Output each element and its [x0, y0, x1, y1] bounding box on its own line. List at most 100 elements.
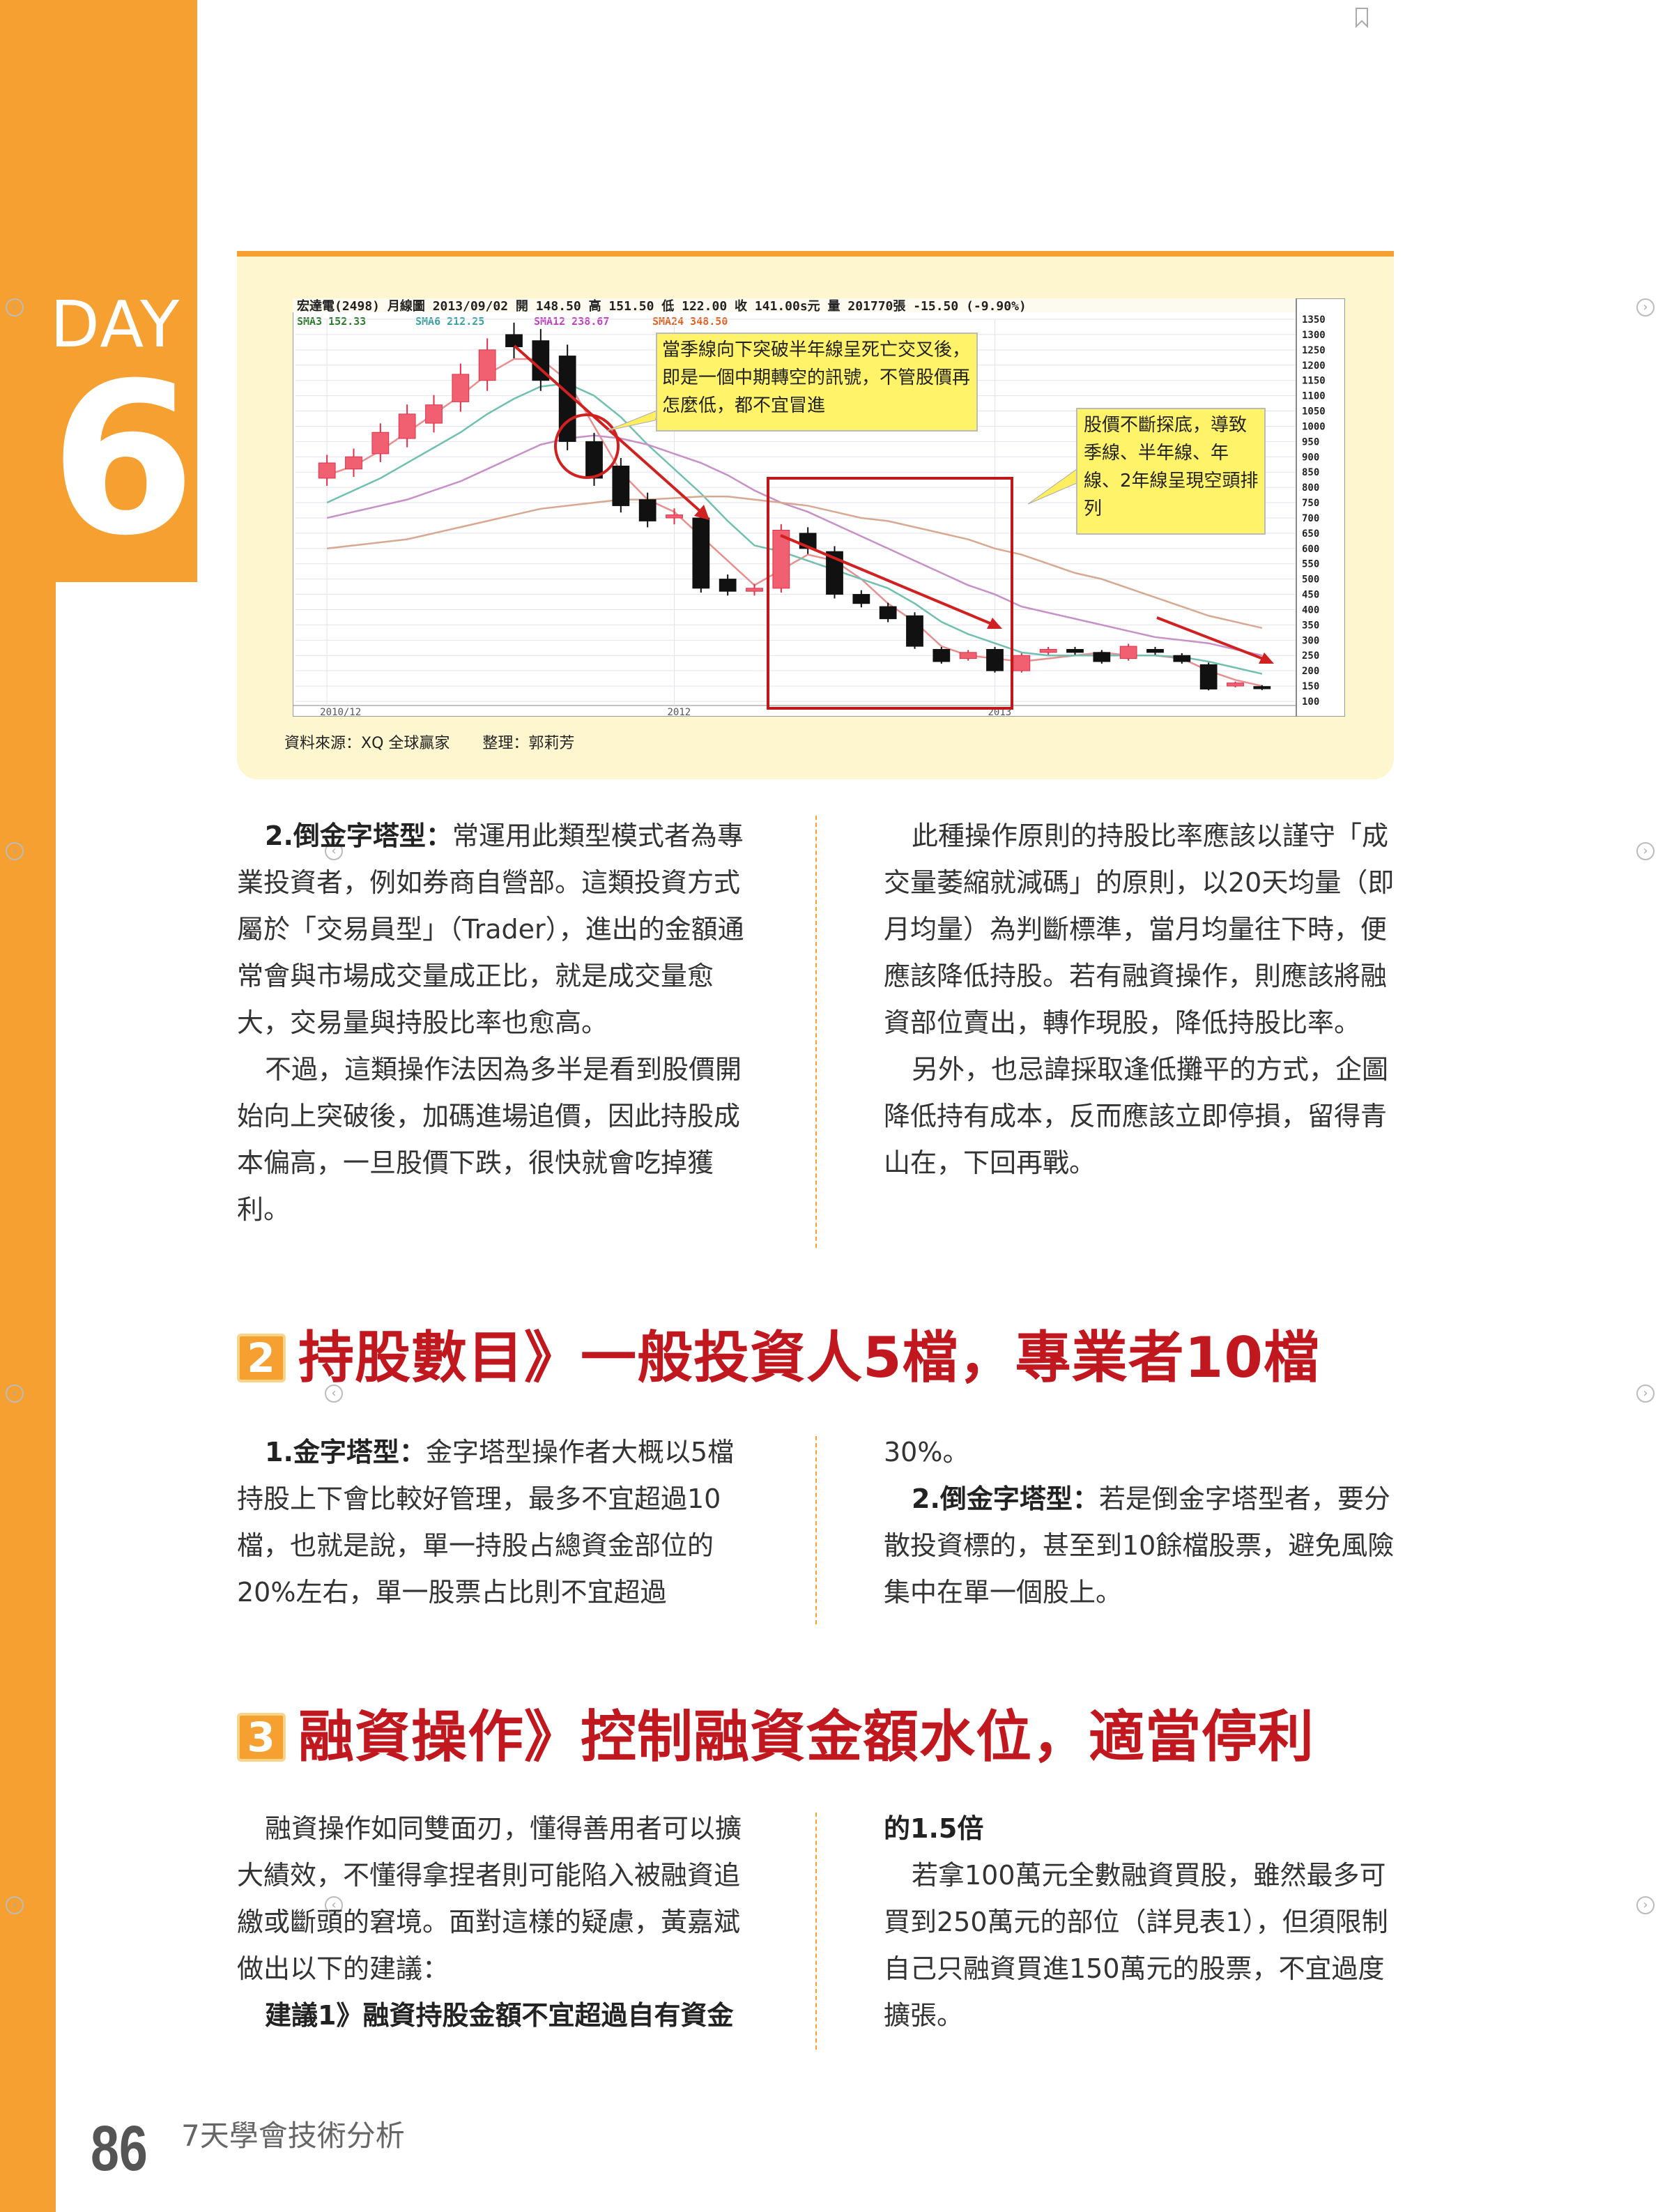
book-title: 7天學會技術分析	[181, 2119, 405, 2153]
paragraph: 不過，這類操作法因為多半是看到股價開始向上突破後，加碼進場追價，因此持股成本偏高…	[237, 1054, 742, 1225]
candle	[425, 404, 443, 424]
column-right-2: 30%。 2.倒金字塔型：若是倒金字塔型者，要分散投資標的，甚至到10餘檔股票，…	[884, 1429, 1398, 1616]
y-tick-label: 200	[1302, 666, 1319, 677]
candle	[932, 648, 951, 662]
page-number: 86	[91, 2113, 148, 2184]
sma-label: SMA24 348.50	[652, 315, 728, 328]
paragraph: 常運用此類型模式者為專業投資者，例如券商自營部。這類投資方式屬於「交易員型」（T…	[237, 821, 744, 1038]
y-tick-label: 1350	[1302, 314, 1326, 326]
bookmark-icon[interactable]	[1353, 7, 1370, 28]
stock-chart: 宏達電(2498) 月線圖 2013/09/02 開 148.50 高 151.…	[293, 298, 1345, 717]
candle	[1146, 648, 1164, 653]
candle	[852, 594, 870, 604]
y-tick-label: 350	[1302, 620, 1319, 631]
sma-label: SMA3 152.33	[297, 315, 366, 328]
y-tick-label: 850	[1302, 467, 1319, 478]
y-tick-label: 700	[1302, 513, 1319, 524]
nav-left-icon[interactable]: ‹	[6, 1896, 24, 1914]
nav-right-icon[interactable]: ›	[1636, 1385, 1655, 1403]
column-divider	[815, 1436, 817, 1624]
y-tick-label: 1050	[1302, 406, 1326, 418]
y-tick-label: 1250	[1302, 345, 1326, 356]
column-left-2: 1.金字塔型：金字塔型操作者大概以5檔持股上下會比較好管理，最多不宜超過10檔，…	[237, 1429, 753, 1616]
candle	[692, 517, 710, 589]
section-title: 融資操作》控制融資金額水位，適當停利	[298, 1704, 1314, 1769]
candle	[879, 606, 897, 620]
lead-heading: 2.倒金字塔型：	[912, 1483, 1099, 1514]
candle	[1093, 652, 1111, 662]
y-tick-label: 1150	[1302, 376, 1326, 387]
x-tick-label: 2010/12	[320, 707, 361, 717]
candle	[1066, 648, 1084, 653]
candle	[666, 514, 683, 519]
column-left-1: 2.倒金字塔型：常運用此類型模式者為專業投資者，例如券商自營部。這類投資方式屬於…	[237, 813, 753, 1233]
chart-panel: 宏達電(2498) 月線圖 2013/09/02 開 148.50 高 151.…	[237, 251, 1394, 779]
candle	[1227, 682, 1244, 687]
left-vertical-line	[50, 582, 56, 2212]
y-tick-label: 550	[1302, 559, 1319, 570]
candle	[585, 441, 603, 479]
y-tick-label: 800	[1302, 482, 1319, 494]
callout-text-1: 當季線向下突破半年線呈死亡交叉後，即是一個中期轉空的訊號，不管股價再怎麼低，都不…	[662, 340, 971, 416]
y-tick-label: 150	[1302, 681, 1319, 692]
lead-heading: 1.金字塔型：	[265, 1437, 426, 1467]
candle	[505, 334, 523, 347]
candle	[638, 499, 657, 521]
y-tick-label: 1300	[1302, 330, 1326, 341]
sma-label: SMA6 212.25	[415, 315, 484, 328]
column-left-3: 融資操作如同雙面刃，懂得善用者可以擴大績效，不懂得拿捏者則可能陷入被融資追繳或斷…	[237, 1806, 753, 2039]
y-tick-label: 950	[1302, 436, 1319, 448]
candle	[612, 465, 630, 506]
paragraph: 30%。	[884, 1437, 969, 1467]
y-tick-label: 250	[1302, 650, 1319, 662]
lead-heading: 2.倒金字塔型：	[265, 821, 452, 851]
candle	[345, 456, 362, 470]
column-divider	[815, 816, 817, 1248]
candle	[746, 588, 763, 592]
nav-left-icon[interactable]: ‹	[6, 1385, 24, 1403]
candle	[906, 615, 923, 647]
section-number-badge: 3	[237, 1713, 286, 1762]
nav-right-icon[interactable]: ›	[1636, 298, 1655, 316]
sma-label: SMA12 238.67	[534, 315, 609, 328]
y-tick-label: 300	[1302, 635, 1319, 646]
nav-right-icon[interactable]: ›	[1636, 1896, 1655, 1914]
y-tick-label: 500	[1302, 574, 1319, 586]
candle	[1253, 686, 1271, 689]
nav-left-icon[interactable]: ‹	[6, 842, 24, 860]
y-tick-label: 650	[1302, 528, 1319, 540]
column-right-3: 的1.5倍 若拿100萬元全數融資買股，雖然最多可買到250萬元的部位（詳見表1…	[884, 1806, 1398, 2039]
candle	[318, 462, 336, 479]
x-tick-label: 2012	[668, 707, 691, 717]
column-right-1: 此種操作原則的持股比率應該以謹守「成交量萎縮就減碼」的原則，以20天均量（即月均…	[884, 813, 1398, 1187]
paragraph: 另外，也忌諱採取逢低攤平的方式，企圖降低持有成本，反而應該立即停損，留得青山在，…	[884, 1054, 1389, 1178]
candle	[1013, 655, 1031, 671]
nav-left-icon[interactable]: ‹	[6, 298, 24, 316]
lead-heading: 的1.5倍	[884, 1813, 984, 1844]
y-tick-label: 900	[1302, 452, 1319, 463]
y-tick-label: 100	[1302, 696, 1319, 708]
nav-right-icon[interactable]: ›	[1636, 842, 1655, 860]
candle	[1199, 664, 1218, 689]
candle	[986, 648, 1004, 671]
day-block: DAY 6	[0, 0, 197, 582]
column-divider	[815, 1813, 817, 2050]
day-number: 6	[50, 338, 196, 581]
candle	[398, 413, 416, 439]
candle	[1173, 655, 1191, 662]
paragraph: 融資操作如同雙面刃，懂得善用者可以擴大績效，不懂得拿捏者則可能陷入被融資追繳或斷…	[237, 1813, 742, 1984]
section-number-badge: 2	[237, 1334, 286, 1382]
section-heading-3: 3 融資操作》控制融資金額水位，適當停利	[237, 1709, 1314, 1765]
candle	[478, 349, 496, 381]
candle	[452, 374, 470, 402]
y-tick-label: 1200	[1302, 360, 1326, 372]
editor-label: 整理：郭莉芳	[482, 735, 575, 752]
source-label: 資料來源：XQ 全球贏家	[284, 735, 450, 752]
candle	[1039, 648, 1057, 653]
chart-header: 宏達電(2498) 月線圖 2013/09/02 開 148.50 高 151.…	[297, 298, 1027, 314]
y-tick-label: 450	[1302, 590, 1319, 601]
candle	[1119, 646, 1137, 659]
section-title: 持股數目》一般投資人5檔，專業者10檔	[298, 1325, 1320, 1390]
y-tick-label: 400	[1302, 604, 1319, 616]
chart-source: 資料來源：XQ 全球贏家 整理：郭莉芳	[284, 731, 602, 753]
